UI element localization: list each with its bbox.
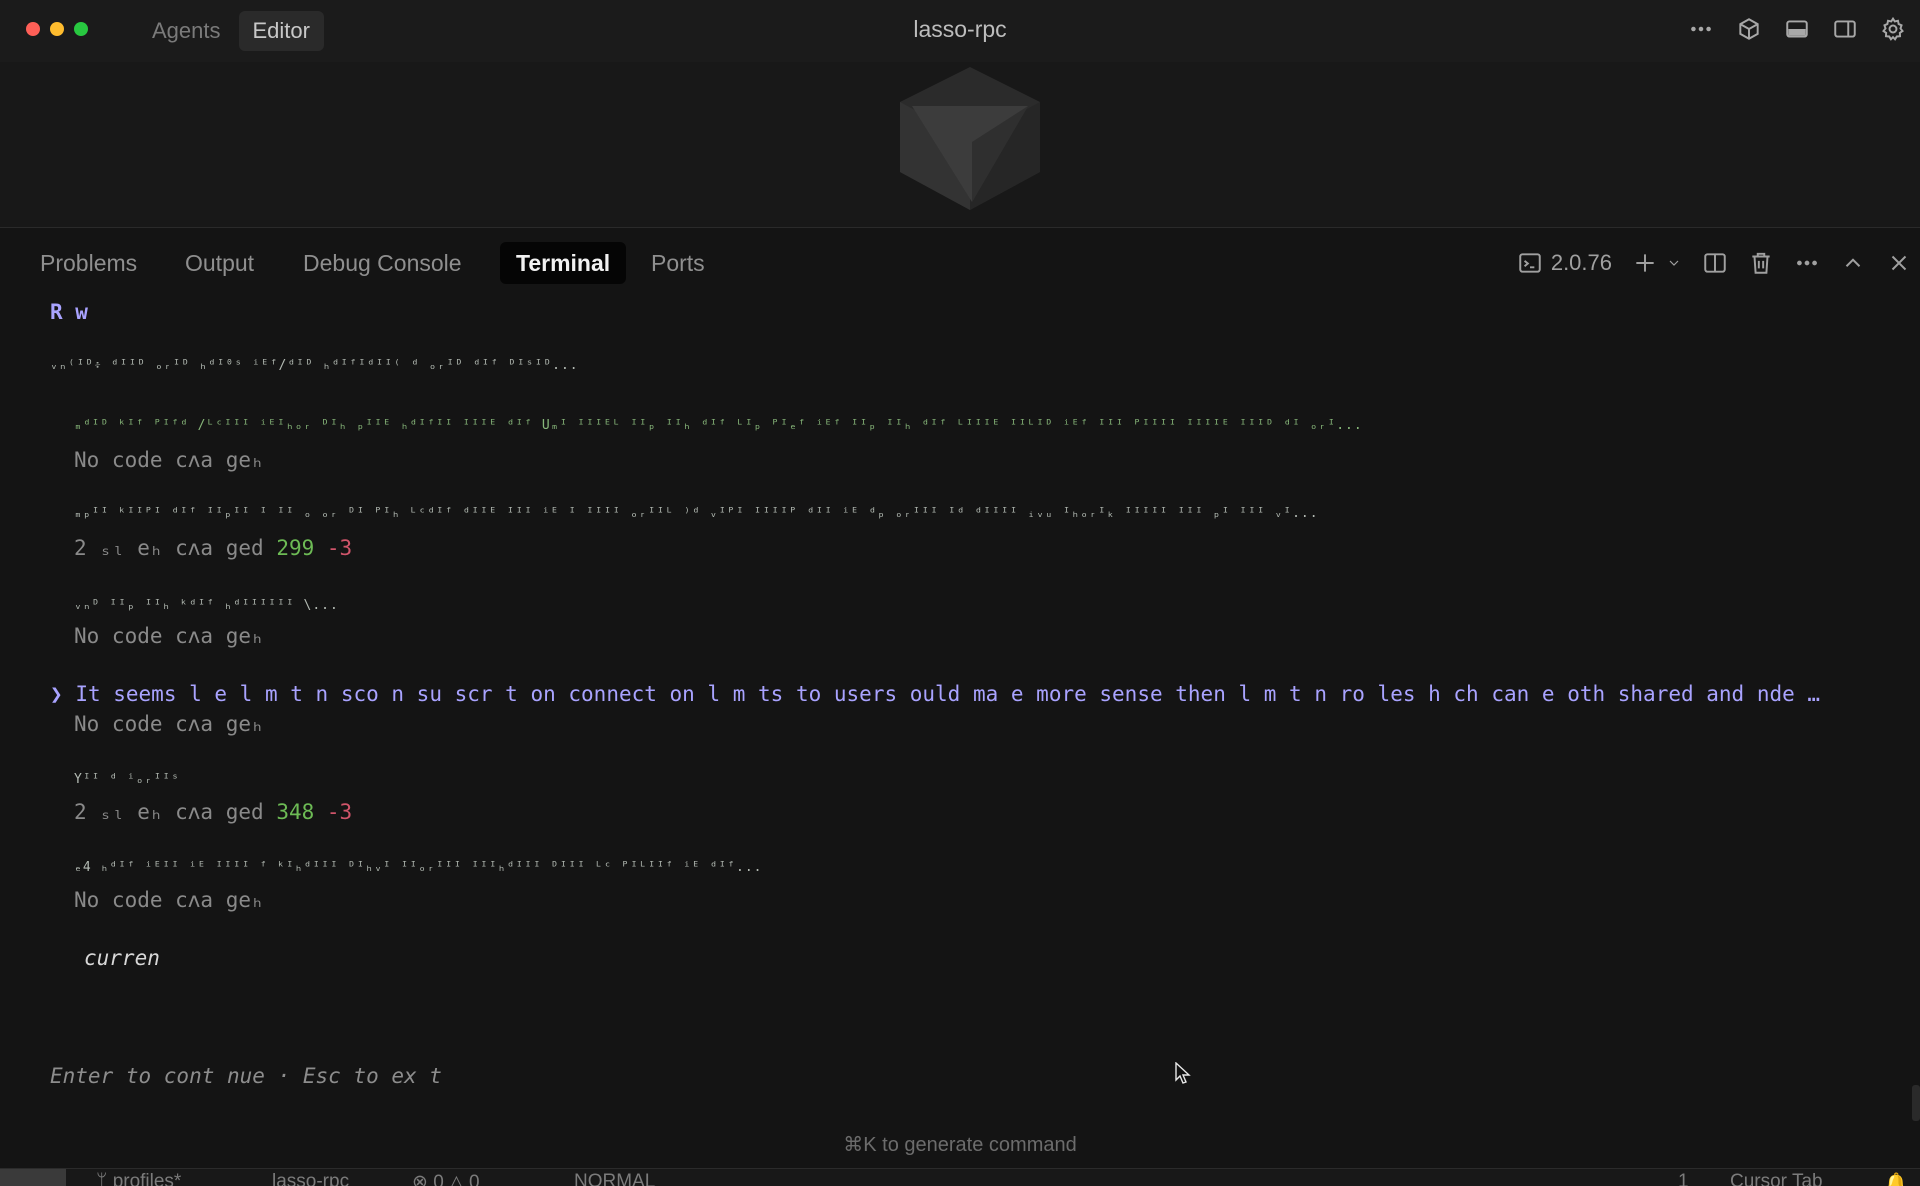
kill-terminal-button[interactable] bbox=[1748, 246, 1774, 280]
remote-indicator[interactable] bbox=[0, 1169, 66, 1186]
terminal-line: ₘₚᴵᴵ ᵏᴵᴵᴾᴵ ᵈᴵᶠ ᴵᴵₚᴵᴵ ᴵ ᴵᴵ ₒ ₒᵣ ᴰᴵ ᴾᴵₕ ᴸᶜ… bbox=[74, 506, 1319, 521]
cursor-tab-indicator[interactable]: Cursor Tab bbox=[1730, 1171, 1823, 1186]
terminal-line: ᵥₙᴰ ᴵᴵₚ ᴵᴵₕ ᵏᵈᴵᶠ ₕᵈᴵᴵᴵᴵᴵᴵ \... bbox=[74, 598, 339, 613]
toggle-panel-icon[interactable] bbox=[1782, 14, 1812, 44]
current-input[interactable]: curren bbox=[84, 946, 1920, 970]
line-indicator[interactable]: 1 bbox=[1678, 1171, 1689, 1186]
gear-icon[interactable] bbox=[1878, 14, 1908, 44]
close-icon bbox=[1891, 255, 1907, 271]
problems-indicator[interactable]: ⊗ 0 △ 0 bbox=[412, 1171, 480, 1186]
chevron-up-icon bbox=[1845, 258, 1861, 267]
toggle-sidebar-icon[interactable] bbox=[1830, 14, 1860, 44]
close-panel-button[interactable] bbox=[1886, 246, 1912, 280]
continue-hint: Enter to cont nue · Esc to ex t bbox=[50, 1064, 442, 1088]
terminal-diff-summary: 2 ₛₗ eₕ cʌa ged 348 -3 bbox=[74, 800, 1914, 824]
prompt-chevron-icon: ❯ bbox=[50, 682, 63, 706]
terminal-output[interactable]: R w ᵥₙ⁽ᴵᴰ፥ ᵈᴵᴵᴰ ₒᵣᴵᴰ ₕᵈᴵ⁰ˢ ⁱᴱᶠ/ᵈᴵᴰ ₕᵈᴵᶠᴵ… bbox=[0, 296, 1920, 1122]
close-window-button[interactable] bbox=[26, 22, 40, 36]
tab-debug-console[interactable]: Debug Console bbox=[287, 242, 478, 284]
terminal-icon bbox=[1519, 253, 1541, 273]
tab-problems[interactable]: Problems bbox=[24, 242, 153, 284]
cube-icon[interactable] bbox=[1734, 14, 1764, 44]
split-terminal-button[interactable] bbox=[1702, 246, 1728, 280]
more-icon bbox=[1797, 260, 1817, 266]
plus-icon bbox=[1636, 254, 1654, 272]
cursor-logo-icon bbox=[900, 67, 1040, 210]
split-icon bbox=[1704, 253, 1726, 273]
terminal-line: ₘᵈᴵᴰ ᵏᴵᶠ ᴾᴵᶠᵈ /ᴸᶜᴵᴵᴵ ⁱᴱᴵₕₒᵣ ᴰᴵₕ ₚᴵᴵᴱ ₕᵈᴵ… bbox=[74, 418, 1363, 433]
panel-tab-bar: Problems Output Debug Console Terminal P… bbox=[0, 228, 1920, 296]
panel-more-button[interactable] bbox=[1794, 246, 1820, 280]
tab-terminal[interactable]: Terminal bbox=[500, 242, 627, 284]
terminal-diff-summary: 2 ₛₗ eₕ cʌa ged 299 -3 bbox=[74, 536, 1914, 560]
tab-ports[interactable]: Ports bbox=[635, 242, 721, 284]
panel-actions: 2.0.76 bbox=[1517, 246, 1912, 280]
mode-switcher: Agents Editor bbox=[138, 11, 324, 51]
terminal-status: No code cʌa geₕ bbox=[74, 712, 264, 736]
diff-additions: 348 bbox=[276, 800, 315, 824]
diff-deletions: -3 bbox=[326, 800, 353, 824]
prompt-text: It seems l e l m t n sco n su scr t on c… bbox=[75, 682, 1821, 706]
terminal-status: No code cʌa geₕ bbox=[74, 888, 264, 912]
minimize-window-button[interactable] bbox=[50, 22, 64, 36]
trash-icon bbox=[1752, 252, 1770, 274]
vim-mode: NORMAL bbox=[574, 1171, 656, 1186]
terminal-header: R w bbox=[50, 300, 88, 324]
mode-tab-editor[interactable]: Editor bbox=[238, 11, 324, 51]
terminal-line: ₑ4 ₕᵈᴵᶠ ⁱᴱᴵᴵ ⁱᴱ ᴵᴵᴵᴵ ᶠ ᵏᴵₕᵈᴵᴵᴵ ᴰᴵₕᵥᴵ ᴵᴵₒ… bbox=[74, 860, 763, 875]
workspace-name[interactable]: lasso-rpc bbox=[272, 1171, 349, 1186]
diff-deletions: -3 bbox=[326, 536, 353, 560]
mouse-pointer-icon bbox=[1175, 1062, 1191, 1084]
diff-additions: 299 bbox=[276, 536, 315, 560]
editor-area bbox=[0, 62, 1920, 228]
terminal-line: ᵥₙ⁽ᴵᴰ፥ ᵈᴵᴵᴰ ₒᵣᴵᴰ ₕᵈᴵ⁰ˢ ⁱᴱᶠ/ᵈᴵᴰ ₕᵈᴵᶠᴵᵈᴵᴵ⁽… bbox=[50, 358, 579, 373]
diff-files-label: 2 ₛₗ eₕ cʌa ged bbox=[74, 800, 264, 824]
terminal-profile-selector[interactable]: 2.0.76 bbox=[1517, 246, 1612, 280]
branch-indicator[interactable]: ᛘ profiles* bbox=[96, 1171, 181, 1186]
new-terminal-button[interactable] bbox=[1632, 246, 1682, 280]
error-icon: ⊗ bbox=[412, 1172, 434, 1186]
tab-output[interactable]: Output bbox=[169, 242, 270, 284]
chevron-down-icon[interactable] bbox=[1666, 255, 1682, 271]
terminal-status: No code cʌa geₕ bbox=[74, 624, 264, 648]
warning-icon: △ bbox=[449, 1172, 469, 1186]
branch-name: profiles* bbox=[112, 1171, 182, 1186]
terminal-status: No code cʌa geₕ bbox=[74, 448, 264, 472]
generate-command-hint: ⌘K to generate command bbox=[843, 1134, 1077, 1156]
zoom-window-button[interactable] bbox=[74, 22, 88, 36]
maximize-panel-button[interactable] bbox=[1840, 246, 1866, 280]
terminal-version: 2.0.76 bbox=[1550, 250, 1612, 275]
branch-icon: ᛘ bbox=[96, 1171, 113, 1186]
terminal-line: Yᴵᴵ ᵈ ⁱₒᵣᴵᴵˢ bbox=[74, 772, 180, 787]
user-prompt-line: ❯ It seems l e l m t n sco n su scr t on… bbox=[50, 682, 1890, 706]
more-icon[interactable] bbox=[1686, 14, 1716, 44]
app-window: Agents Editor lasso-rpc Problems Output … bbox=[0, 0, 1920, 1186]
terminal-scrollbar[interactable] bbox=[1912, 1085, 1920, 1121]
title-bar-actions bbox=[1686, 14, 1908, 44]
bell-icon[interactable]: 🔔 bbox=[1884, 1171, 1908, 1186]
mode-tab-agents[interactable]: Agents bbox=[138, 11, 235, 51]
window-controls bbox=[26, 22, 88, 36]
status-bar: ᛘ profiles* lasso-rpc ⊗ 0 △ 0 NORMAL 1 C… bbox=[0, 1168, 1920, 1186]
title-bar: Agents Editor lasso-rpc bbox=[0, 0, 1920, 62]
diff-files-label: 2 ₛₗ eₕ cʌa ged bbox=[74, 536, 264, 560]
